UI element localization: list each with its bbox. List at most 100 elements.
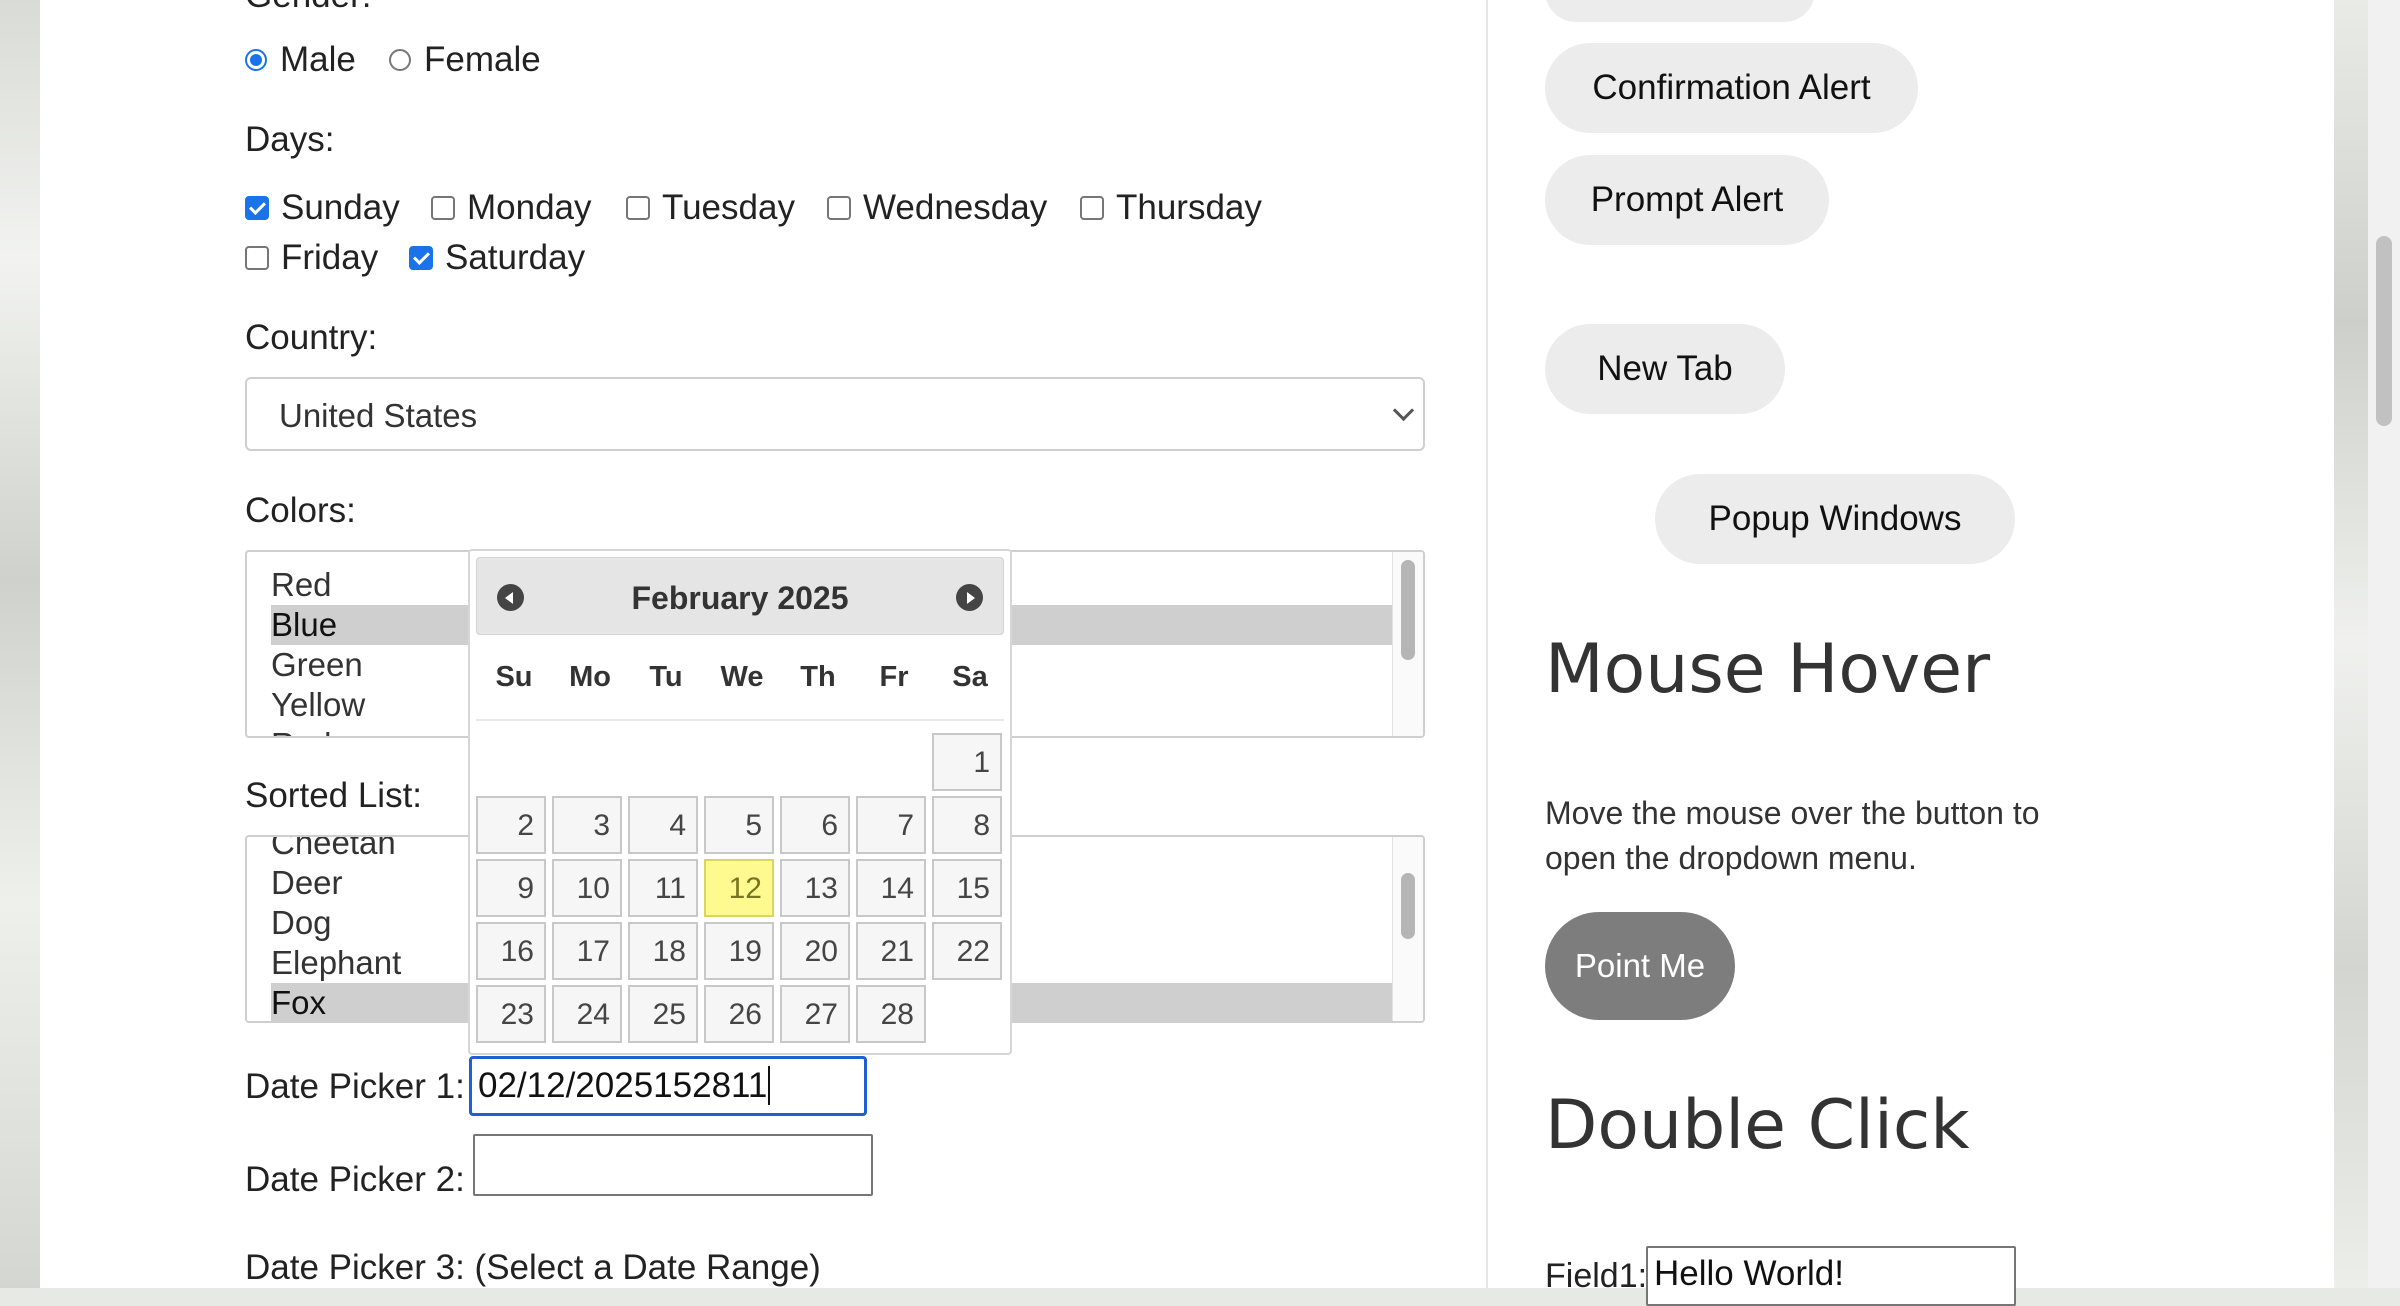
monday-checkbox[interactable]	[431, 196, 455, 220]
list-item[interactable]: Elephant	[271, 943, 401, 983]
date-picker-1-label: Date Picker 1:	[245, 1067, 465, 1106]
calendar-day[interactable]: 17	[552, 922, 622, 980]
list-item[interactable]: Fox	[271, 983, 326, 1021]
calendar-day[interactable]: 10	[552, 859, 622, 917]
calendar-day[interactable]: 13	[780, 859, 850, 917]
top-partial-button[interactable]	[1545, 0, 1815, 22]
list-item[interactable]: Blue	[271, 605, 337, 645]
weekday-header: Mo	[569, 661, 611, 693]
calendar-day[interactable]: 27	[780, 985, 850, 1043]
list-item[interactable]: Red	[271, 725, 332, 736]
list-item[interactable]: Deer	[271, 863, 343, 903]
male-label: Male	[280, 40, 356, 79]
calendar-day[interactable]: 8	[932, 796, 1002, 854]
calendar-day[interactable]: 1	[932, 733, 1002, 791]
calendar-day[interactable]: 16	[476, 922, 546, 980]
weekday-header: Fr	[879, 661, 909, 693]
field1-label: Field1:	[1545, 1257, 1648, 1295]
female-radio[interactable]	[389, 49, 411, 71]
new-tab-button[interactable]: New Tab	[1545, 324, 1785, 414]
sorted-scrollbar-thumb[interactable]	[1401, 873, 1415, 939]
calendar-day[interactable]: 3	[552, 796, 622, 854]
sorted-list-label: Sorted List:	[245, 776, 423, 815]
calendar-day[interactable]: 5	[704, 796, 774, 854]
prompt-alert-button[interactable]: Prompt Alert	[1545, 155, 1829, 245]
friday-checkbox[interactable]	[245, 246, 269, 270]
calendar-day[interactable]: 15	[932, 859, 1002, 917]
calendar-day[interactable]: 23	[476, 985, 546, 1043]
colors-label: Colors:	[245, 491, 356, 530]
day-option-tuesday[interactable]: Tuesday	[626, 188, 795, 228]
date-picker-1-input[interactable]: 02/12/2025152811	[469, 1056, 867, 1116]
chevron-down-icon	[1392, 399, 1415, 422]
saturday-label: Saturday	[445, 238, 586, 277]
sunday-checkbox[interactable]	[245, 196, 269, 220]
gender-option-male[interactable]: Male	[245, 40, 356, 80]
calendar-day[interactable]: 19	[704, 922, 774, 980]
datepicker-separator	[476, 719, 1004, 721]
calendar-day[interactable]: 20	[780, 922, 850, 980]
page-background-left	[0, 0, 40, 1288]
calendar-day-highlighted[interactable]: 12	[704, 859, 774, 917]
female-label: Female	[424, 40, 541, 79]
tuesday-checkbox[interactable]	[626, 196, 650, 220]
page-scrollbar[interactable]	[2368, 0, 2400, 1288]
calendar-day[interactable]: 26	[704, 985, 774, 1043]
weekday-header: Th	[800, 661, 836, 693]
day-option-saturday[interactable]: Saturday	[409, 238, 585, 278]
day-option-wednesday[interactable]: Wednesday	[827, 188, 1047, 228]
datepicker-header: February 2025	[476, 557, 1004, 635]
point-me-button[interactable]: Point Me	[1545, 912, 1735, 1020]
calendar-day[interactable]: 24	[552, 985, 622, 1043]
next-month-icon[interactable]	[956, 584, 983, 611]
day-option-sunday[interactable]: Sunday	[245, 188, 400, 228]
friday-label: Friday	[281, 238, 379, 277]
list-item[interactable]: Red	[271, 565, 332, 605]
date-picker-1-value: 02/12/2025152811	[478, 1066, 768, 1105]
calendar-day[interactable]: 4	[628, 796, 698, 854]
saturday-checkbox[interactable]	[409, 246, 433, 270]
colors-scrollbar-thumb[interactable]	[1401, 560, 1415, 660]
calendar-day[interactable]: 25	[628, 985, 698, 1043]
tuesday-label: Tuesday	[662, 188, 795, 227]
day-option-thursday[interactable]: Thursday	[1080, 188, 1262, 228]
wednesday-label: Wednesday	[863, 188, 1048, 227]
calendar-day[interactable]: 14	[856, 859, 926, 917]
sunday-label: Sunday	[281, 188, 400, 227]
confirmation-alert-button[interactable]: Confirmation Alert	[1545, 43, 1918, 133]
calendar-day[interactable]: 21	[856, 922, 926, 980]
thursday-label: Thursday	[1116, 188, 1262, 227]
datepicker-calendar: February 2025 Su Mo Tu We Th Fr Sa 12345…	[468, 549, 1012, 1055]
list-item[interactable]: Cheetah	[271, 837, 396, 863]
popup-windows-button[interactable]: Popup Windows	[1655, 474, 2015, 564]
date-picker-2-input[interactable]	[473, 1134, 873, 1196]
day-option-friday[interactable]: Friday	[245, 238, 378, 278]
male-radio[interactable]	[245, 49, 267, 71]
list-item[interactable]: Green	[271, 645, 363, 685]
calendar-day[interactable]: 7	[856, 796, 926, 854]
mouse-hover-description: Move the mouse over the button to open t…	[1545, 795, 2040, 876]
list-item[interactable]: Dog	[271, 903, 332, 943]
calendar-day[interactable]: 18	[628, 922, 698, 980]
calendar-day[interactable]: 9	[476, 859, 546, 917]
column-divider	[1486, 0, 1488, 1288]
field1-input[interactable]: Hello World!	[1646, 1246, 2016, 1306]
calendar-day[interactable]: 11	[628, 859, 698, 917]
list-item[interactable]: Yellow	[271, 685, 365, 725]
calendar-day[interactable]: 28	[856, 985, 926, 1043]
country-selected-value: United States	[279, 397, 478, 434]
country-select[interactable]: United States	[245, 377, 1425, 451]
calendar-day[interactable]: 22	[932, 922, 1002, 980]
calendar-day[interactable]: 6	[780, 796, 850, 854]
calendar-day[interactable]: 2	[476, 796, 546, 854]
thursday-checkbox[interactable]	[1080, 196, 1104, 220]
gender-option-female[interactable]: Female	[389, 40, 541, 80]
monday-label: Monday	[467, 188, 592, 227]
wednesday-checkbox[interactable]	[827, 196, 851, 220]
page-scrollbar-thumb[interactable]	[2376, 236, 2392, 426]
datepicker-month-title: February 2025	[631, 580, 849, 616]
field1-value: Hello World!	[1654, 1254, 1844, 1293]
text-cursor	[768, 1066, 771, 1105]
day-option-monday[interactable]: Monday	[431, 188, 592, 228]
weekday-header: Su	[495, 661, 533, 693]
